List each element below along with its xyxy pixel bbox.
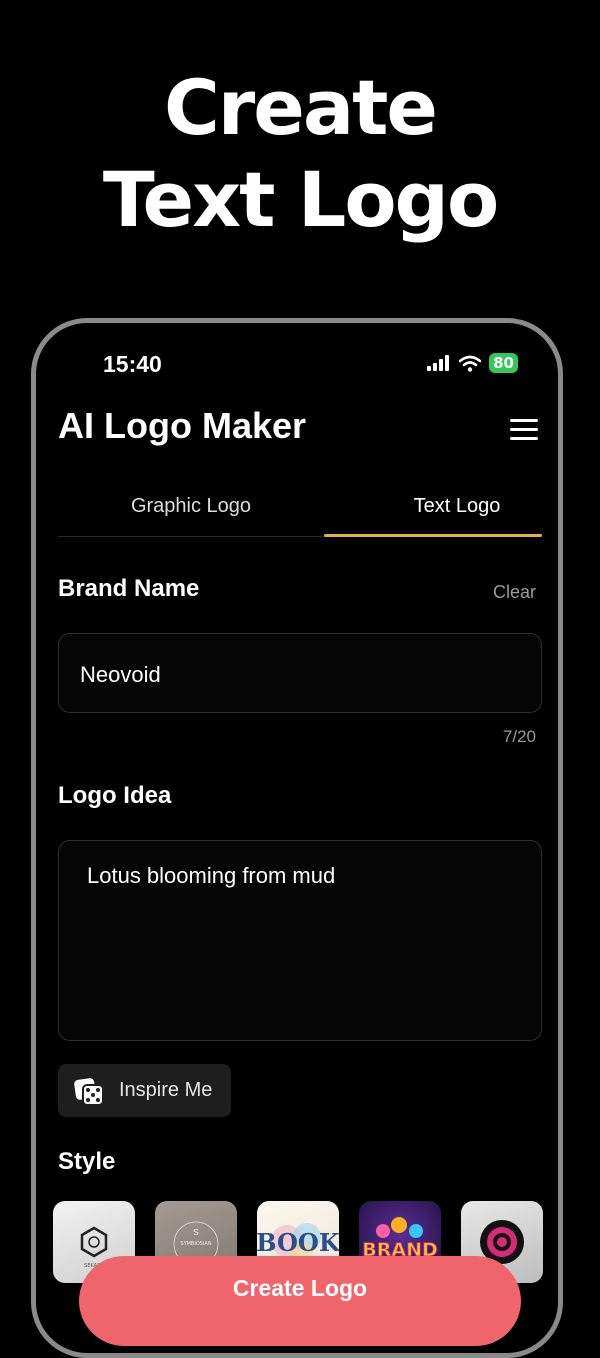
menu-icon[interactable] [508,419,540,441]
inspire-me-button[interactable]: Inspire Me [58,1064,231,1117]
app-title: AI Logo Maker [58,405,307,446]
inspire-me-label: Inspire Me [119,1079,213,1101]
promo-headline-line1: Create [164,63,438,152]
svg-text:S: S [193,1228,198,1237]
phone-frame: 15:40 80 AI Logo Maker Graphic Logo Text… [31,318,563,1358]
battery-icon: 80 [489,353,518,373]
status-time: 15:40 [103,351,162,377]
logo-idea-label: Logo Idea [58,782,172,809]
logo-idea-textarea[interactable]: Lotus blooming from mud [58,840,542,1041]
dice-icon [74,1077,104,1106]
promo-headline-line2: Text Logo [102,155,499,244]
active-tab-indicator [324,534,542,537]
create-logo-button[interactable]: Create Logo [79,1256,521,1346]
brand-name-label: Brand Name [58,575,200,602]
wifi-icon [459,355,482,372]
tab-text-logo[interactable]: Text Logo [324,495,558,518]
style-thumb-3-text: BOOK [257,1228,339,1257]
style-thumb-2-text: SYMBIOSIAN [180,1241,211,1247]
character-counter: 7/20 [502,727,536,746]
style-label: Style [58,1148,116,1175]
clear-button[interactable]: Clear [493,582,536,603]
brand-name-input[interactable]: Neovoid [58,633,542,713]
tab-graphic-logo[interactable]: Graphic Logo [58,495,324,518]
status-icons: 80 [427,353,518,373]
cellular-signal-icon [427,355,450,371]
